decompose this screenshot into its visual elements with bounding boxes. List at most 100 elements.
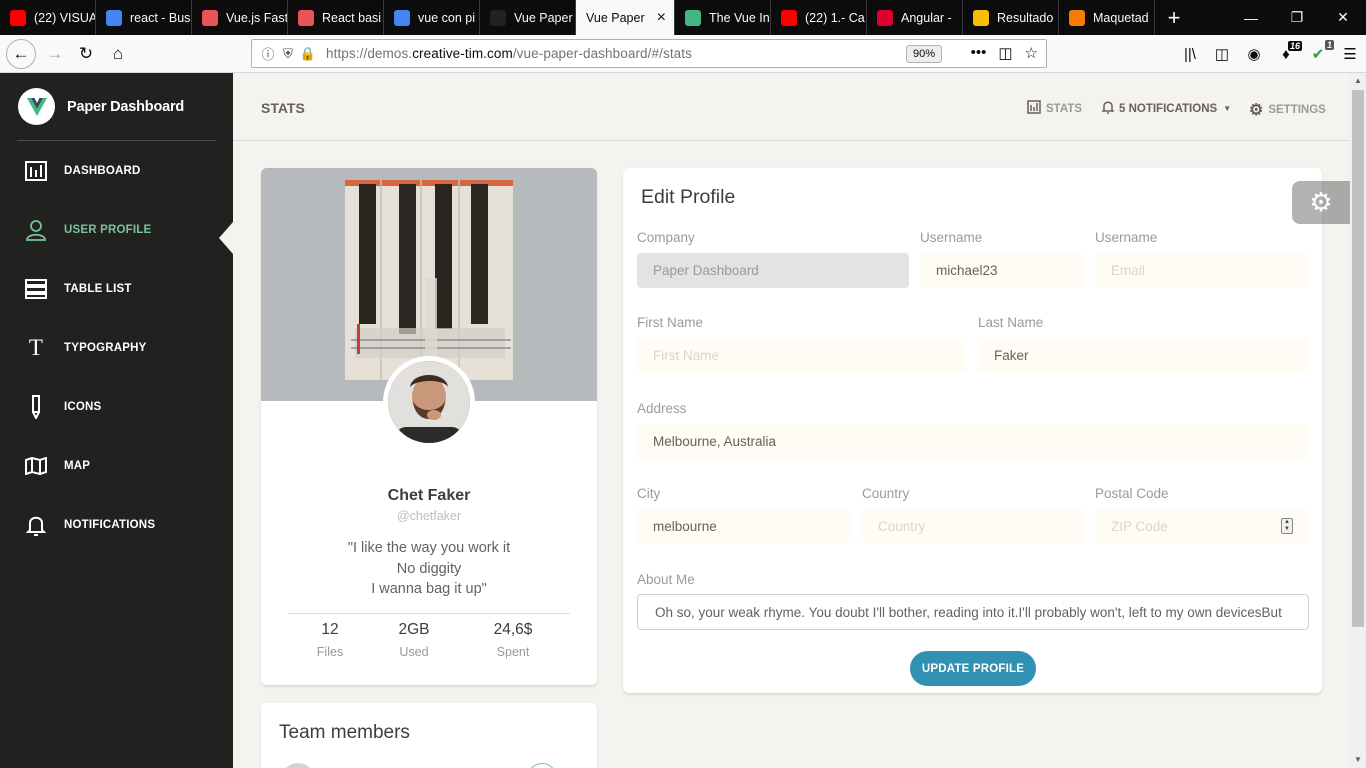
gear-icon: ⚙ <box>1249 102 1264 119</box>
lock-icon[interactable]: 🔒 <box>298 46 318 62</box>
browser-tab[interactable]: (22) 1.- Ca <box>771 0 867 35</box>
avatar <box>383 356 475 448</box>
reload-icon[interactable]: ↻ <box>71 39 101 69</box>
nav-settings-link[interactable]: ⚙ SETTINGS <box>1249 100 1326 120</box>
browser-tab-label: react - Bus <box>130 10 191 25</box>
shield-badge: 1 <box>1324 40 1334 50</box>
back-arrow-icon[interactable]: ← <box>6 39 36 69</box>
extension-icon[interactable]: ♦ 16 <box>1270 40 1302 63</box>
browser-tab-label: React basi <box>322 10 382 25</box>
sidebar-item-icons[interactable]: ICONS <box>0 387 233 427</box>
browser-tab[interactable]: Vue Paper <box>480 0 576 35</box>
address-label: Address <box>637 401 687 416</box>
sidebar-item-dashboard[interactable]: DASHBOARD <box>0 151 233 191</box>
scroll-down-arrow-icon[interactable]: ▼ <box>1350 752 1366 768</box>
browser-tab-label: (22) VISUA <box>34 10 95 25</box>
country-field[interactable]: Country <box>862 509 1083 544</box>
nav-stats-link[interactable]: STATS <box>1027 100 1082 117</box>
sidebar-toggle-icon[interactable]: ◫ <box>1206 45 1238 63</box>
browser-tab[interactable]: Vue Paper × <box>576 0 675 35</box>
youtube-icon <box>781 9 797 26</box>
browser-tab-label: Maquetad <box>1093 10 1149 25</box>
tracking-shield-icon[interactable]: ⛨ <box>278 46 298 62</box>
account-icon[interactable]: ◉ <box>1238 45 1270 63</box>
scroll-thumb[interactable] <box>1352 90 1364 627</box>
sidebar-item-map[interactable]: MAP <box>0 446 233 486</box>
address-field[interactable]: Melbourne, Australia <box>637 424 1309 459</box>
close-tab-icon[interactable]: × <box>657 9 666 27</box>
menu-hamburger-icon[interactable]: ☰ <box>1334 45 1366 63</box>
last-name-field[interactable]: Faker <box>978 338 1309 373</box>
text-t-icon: T <box>28 335 44 360</box>
sidebar-item-table-list[interactable]: TABLE LIST <box>0 269 233 309</box>
page-title[interactable]: STATS <box>261 100 305 116</box>
browser-tab[interactable]: vue con pi <box>384 0 480 35</box>
stat-value: 24,6$ <box>493 621 533 638</box>
restore-icon[interactable]: ❐ <box>1274 0 1320 35</box>
country-placeholder: Country <box>878 519 926 534</box>
library-icon[interactable]: ||\ <box>1174 46 1206 63</box>
minimize-icon[interactable]: — <box>1228 0 1274 35</box>
edit-profile-card: Edit Profile Company Paper Dashboard Use… <box>623 168 1322 693</box>
brand[interactable]: Paper Dashboard <box>18 88 184 125</box>
user-profile-card: Chet Faker @chetfaker "I like the way yo… <box>261 168 597 685</box>
sidebar-item-label: ICONS <box>64 401 102 413</box>
bookmark-star-icon[interactable]: ☆ <box>1025 44 1038 62</box>
bell-icon <box>24 514 48 536</box>
browser-tab[interactable]: react - Bus <box>96 0 192 35</box>
nav-notifications-dropdown[interactable]: 5 NOTIFICATIONS ▼ <box>1101 100 1231 117</box>
first-name-field[interactable]: First Name <box>637 338 966 373</box>
city-field[interactable]: melbourne <box>637 509 850 544</box>
brand-name: Paper Dashboard <box>67 98 185 115</box>
info-icon[interactable]: ⓘ <box>258 44 278 63</box>
gear-icon: ⚙ <box>1309 187 1333 217</box>
browser-tab[interactable]: Resultado <box>963 0 1059 35</box>
close-window-icon[interactable]: ✕ <box>1320 0 1366 35</box>
settings-plugin-button[interactable]: ⚙ <box>1292 181 1350 224</box>
dashboard-chart-icon <box>24 161 48 181</box>
update-profile-button[interactable]: UPDATE PROFILE <box>910 651 1036 686</box>
home-icon[interactable]: ⌂ <box>103 39 133 69</box>
zoom-indicator[interactable]: 90% <box>905 45 942 63</box>
browser-tab-label: (22) 1.- Ca <box>805 10 865 25</box>
message-button[interactable] <box>527 763 557 768</box>
about-me-textarea[interactable]: Oh so, your weak rhyme. You doubt I'll b… <box>637 594 1309 630</box>
shield-extension-icon[interactable]: ✔ 1 <box>1302 40 1334 63</box>
company-field: Paper Dashboard <box>637 253 909 288</box>
user-handle[interactable]: @chetfaker <box>261 509 597 523</box>
postal-code-field[interactable]: ZIP Code ▲ ▼ <box>1095 509 1309 544</box>
sidebar-item-notifications[interactable]: NOTIFICATIONS <box>0 505 233 545</box>
stat-value: 12 <box>321 621 339 638</box>
sidebar: Paper Dashboard DASHBOARD USER PROFILE T… <box>0 73 233 768</box>
address-bar[interactable]: ⓘ ⛨ 🔒 https://demos.creative-tim.com/vue… <box>251 39 1047 68</box>
user-icon <box>24 219 48 241</box>
postal-code-placeholder: ZIP Code <box>1111 519 1168 534</box>
orange-icon <box>1069 9 1085 26</box>
page-scrollbar[interactable]: ▲ ▼ <box>1350 73 1366 768</box>
browser-tab[interactable]: The Vue In <box>675 0 771 35</box>
forward-arrow-icon[interactable]: → <box>40 39 70 69</box>
browser-tab[interactable]: Vue.js Fast <box>192 0 288 35</box>
sidebar-item-user-profile[interactable]: USER PROFILE <box>0 210 233 254</box>
extension-badge: 16 <box>1287 40 1302 51</box>
quote-line: I wanna bag it up" <box>371 581 487 597</box>
browser-tab[interactable]: Angular - <box>867 0 963 35</box>
sidebar-item-typography[interactable]: T TYPOGRAPHY <box>0 328 233 368</box>
browser-tab[interactable]: Maquetad <box>1059 0 1155 35</box>
url-text[interactable]: https://demos.creative-tim.com/vue-paper… <box>326 46 692 61</box>
number-spinner[interactable]: ▲ ▼ <box>1281 518 1293 534</box>
username-field[interactable]: michael23 <box>920 253 1083 288</box>
email-field[interactable]: Email <box>1095 253 1309 288</box>
stats-divider <box>288 613 570 614</box>
pocket-icon[interactable]: ◫ <box>998 44 1012 62</box>
new-tab-icon[interactable]: + <box>1157 0 1191 35</box>
udemy-icon <box>298 9 314 26</box>
google-icon <box>394 9 410 26</box>
browser-tab-label: Vue.js Fast <box>226 10 287 25</box>
browser-tab[interactable]: React basi <box>288 0 384 35</box>
scroll-up-arrow-icon[interactable]: ▲ <box>1350 73 1366 89</box>
browser-tab[interactable]: (22) VISUA <box>0 0 96 35</box>
stat-label: Used <box>399 645 429 659</box>
page-actions-icon[interactable]: ••• <box>971 44 987 62</box>
edit-profile-title: Edit Profile <box>641 186 736 208</box>
